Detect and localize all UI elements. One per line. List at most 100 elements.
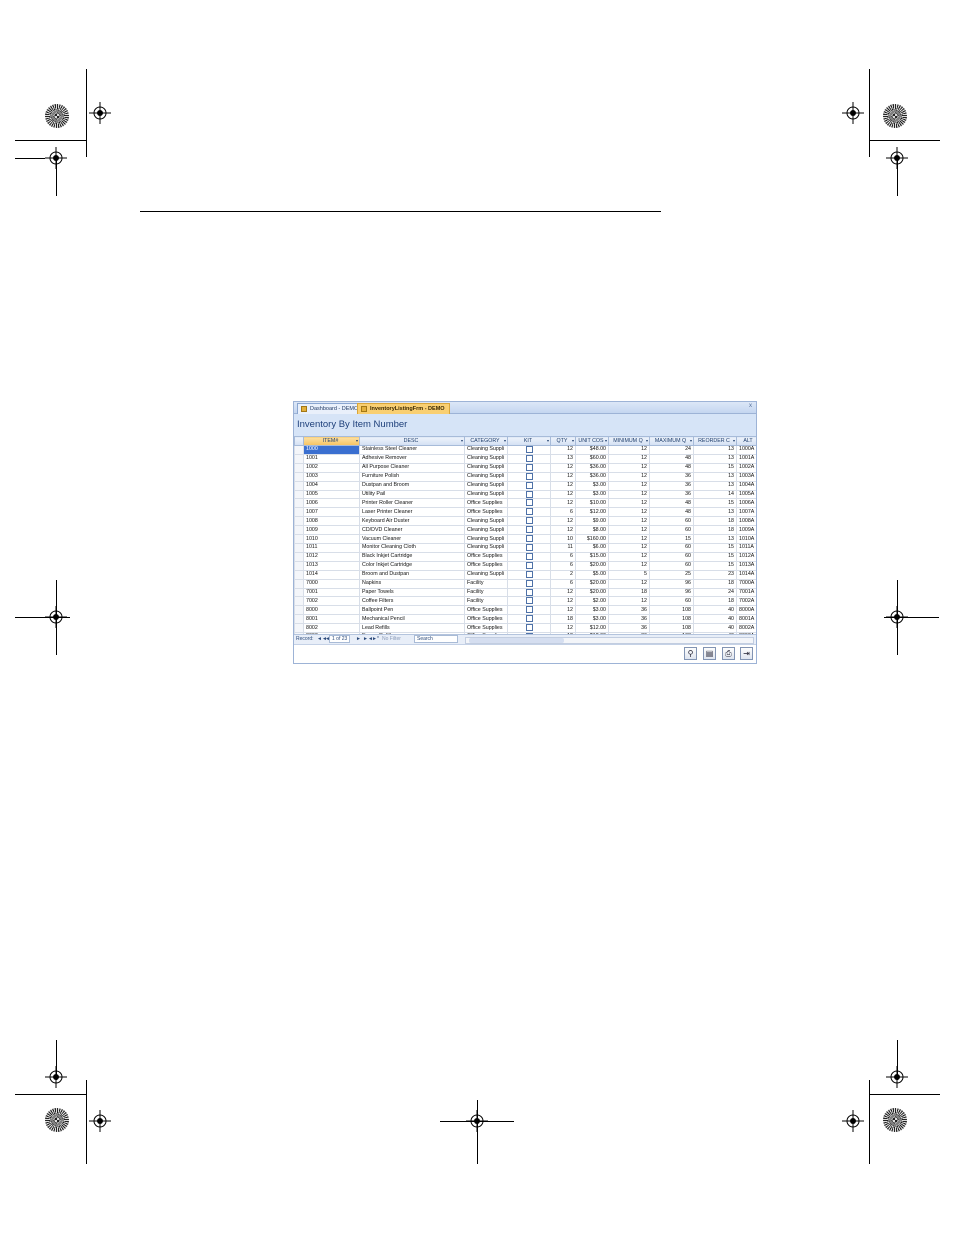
item-number-cell[interactable]: 1002 xyxy=(303,462,360,473)
category-cell[interactable]: Cleaning Suppli xyxy=(464,489,508,500)
row-selector[interactable] xyxy=(294,569,304,580)
maximum-qty-cell[interactable]: 60 xyxy=(649,516,694,527)
maximum-qty-cell[interactable]: 60 xyxy=(649,551,694,562)
category-cell[interactable]: Cleaning Suppli xyxy=(464,480,508,491)
kit-checkbox[interactable] xyxy=(525,499,533,507)
alt-cell[interactable]: 7002A xyxy=(736,596,756,607)
unit-cost-cell[interactable]: $160.00 xyxy=(575,534,609,544)
print-icon[interactable]: ⎙ xyxy=(722,647,735,660)
category-cell[interactable]: Office Supplies xyxy=(464,614,508,625)
item-number-cell[interactable]: 1008 xyxy=(303,516,360,527)
alt-cell[interactable]: 1013A xyxy=(736,560,756,571)
unit-cost-cell[interactable]: $2.00 xyxy=(575,596,609,607)
category-cell[interactable]: Facility xyxy=(464,587,508,598)
description-cell[interactable]: Vacuum Cleaner xyxy=(359,534,465,544)
minimum-qty-cell[interactable]: 12 xyxy=(608,480,650,491)
description-cell[interactable]: Adhesive Remover xyxy=(359,453,465,464)
reorder-cell[interactable]: 23 xyxy=(693,569,737,580)
table-row[interactable]: 1012 Black Inkjet Cartridge Office Supplie… xyxy=(294,551,756,562)
item-number-cell[interactable]: 8000 xyxy=(303,605,360,616)
column-header[interactable]: UNIT COS ▾ xyxy=(575,436,609,446)
qty-cell[interactable]: 12 xyxy=(550,605,576,616)
column-header[interactable]: CATEGORY ▾ xyxy=(464,436,508,446)
kit-checkbox[interactable] xyxy=(525,553,533,560)
unit-cost-cell[interactable]: $20.00 xyxy=(575,578,609,589)
kit-cell[interactable] xyxy=(507,551,551,562)
alt-cell[interactable]: 1008A xyxy=(736,516,756,527)
item-number-cell[interactable]: 1003 xyxy=(303,471,360,482)
reorder-cell[interactable]: 24 xyxy=(693,587,737,598)
table-row[interactable]: 1010 Vacuum Cleaner Cleaning Suppli 10 $160.… xyxy=(294,534,756,544)
kit-checkbox[interactable] xyxy=(525,606,533,614)
reorder-cell[interactable]: 18 xyxy=(693,578,737,589)
category-cell[interactable]: Office Supplies xyxy=(464,560,508,571)
minimum-qty-cell[interactable]: 12 xyxy=(608,471,650,482)
row-selector[interactable] xyxy=(294,551,304,562)
description-cell[interactable]: Dustpan and Broom xyxy=(359,480,465,491)
column-header[interactable]: QTY ▾ xyxy=(550,436,576,446)
minimum-qty-cell[interactable]: 12 xyxy=(608,534,650,544)
reorder-cell[interactable]: 13 xyxy=(693,534,737,544)
kit-cell[interactable] xyxy=(507,569,551,580)
kit-checkbox[interactable] xyxy=(525,517,533,525)
column-header[interactable]: DESC ▾ xyxy=(359,436,465,446)
category-cell[interactable]: Office Supplies xyxy=(464,498,508,509)
description-cell[interactable]: Napkins xyxy=(359,578,465,589)
qty-cell[interactable]: 2 xyxy=(550,569,576,580)
minimum-qty-cell[interactable]: 12 xyxy=(608,445,650,455)
maximum-qty-cell[interactable]: 60 xyxy=(649,560,694,571)
unit-cost-cell[interactable]: $3.00 xyxy=(575,605,609,616)
kit-cell[interactable] xyxy=(507,587,551,598)
maximum-qty-cell[interactable]: 108 xyxy=(649,614,694,625)
unit-cost-cell[interactable]: $3.00 xyxy=(575,614,609,625)
table-row[interactable]: 7000 Napkins Facility 6 $20.00 12 96 18 7000A xyxy=(294,578,756,589)
maximum-qty-cell[interactable]: 48 xyxy=(649,498,694,509)
minimum-qty-cell[interactable]: 12 xyxy=(608,578,650,589)
next-record-button[interactable]: ► xyxy=(356,636,361,642)
category-cell[interactable]: Cleaning Suppli xyxy=(464,462,508,473)
table-row[interactable]: 1004 Dustpan and Broom Cleaning Suppli 12 $3… xyxy=(294,480,756,491)
column-header[interactable]: REORDER C ▾ xyxy=(693,436,737,446)
unit-cost-cell[interactable]: $36.00 xyxy=(575,462,609,473)
unit-cost-cell[interactable]: $12.00 xyxy=(575,623,609,634)
item-number-cell[interactable]: 1007 xyxy=(303,507,360,518)
kit-cell[interactable] xyxy=(507,534,551,544)
alt-cell[interactable]: 1014A xyxy=(736,569,756,580)
minimum-qty-cell[interactable]: 12 xyxy=(608,516,650,527)
reorder-cell[interactable]: 40 xyxy=(693,614,737,625)
kit-checkbox[interactable] xyxy=(525,464,533,471)
item-number-cell[interactable]: 1013 xyxy=(303,560,360,571)
category-cell[interactable]: Facility xyxy=(464,578,508,589)
description-cell[interactable]: Paper Towels xyxy=(359,587,465,598)
minimum-qty-cell[interactable]: 12 xyxy=(608,507,650,518)
reorder-cell[interactable]: 15 xyxy=(693,498,737,509)
description-cell[interactable]: Utility Pail xyxy=(359,489,465,500)
kit-cell[interactable] xyxy=(507,507,551,518)
kit-checkbox[interactable] xyxy=(525,571,533,578)
binoculars-icon[interactable]: ⚲ xyxy=(684,647,697,660)
maximum-qty-cell[interactable]: 96 xyxy=(649,578,694,589)
row-selector[interactable] xyxy=(294,596,304,607)
description-cell[interactable]: Ballpoint Pen xyxy=(359,605,465,616)
maximum-qty-cell[interactable]: 108 xyxy=(649,623,694,634)
item-number-cell[interactable]: 1014 xyxy=(303,569,360,580)
qty-cell[interactable]: 12 xyxy=(550,587,576,598)
column-header[interactable]: MINIMUM Q ▾ xyxy=(608,436,650,446)
alt-cell[interactable]: 1007A xyxy=(736,507,756,518)
sort-arrow-icon[interactable]: ▾ xyxy=(646,438,648,443)
sort-arrow-icon[interactable]: ▾ xyxy=(356,438,358,443)
table-row[interactable]: 1009 CD/DVD Cleaner Cleaning Suppli 12 $8.00… xyxy=(294,525,756,536)
kit-cell[interactable] xyxy=(507,498,551,509)
alt-cell[interactable]: 1001A xyxy=(736,453,756,464)
reorder-cell[interactable]: 13 xyxy=(693,507,737,518)
row-selector[interactable] xyxy=(294,453,304,464)
item-number-cell[interactable]: 1005 xyxy=(303,489,360,500)
maximum-qty-cell[interactable]: 15 xyxy=(649,534,694,544)
minimum-qty-cell[interactable]: 12 xyxy=(608,551,650,562)
kit-checkbox[interactable] xyxy=(525,473,533,480)
reorder-cell[interactable]: 13 xyxy=(693,480,737,491)
alt-cell[interactable]: 1002A xyxy=(736,462,756,473)
item-number-cell[interactable]: 8002 xyxy=(303,623,360,634)
sort-arrow-icon[interactable]: ▾ xyxy=(461,438,463,443)
description-cell[interactable]: Monitor Cleaning Cloth xyxy=(359,542,465,553)
